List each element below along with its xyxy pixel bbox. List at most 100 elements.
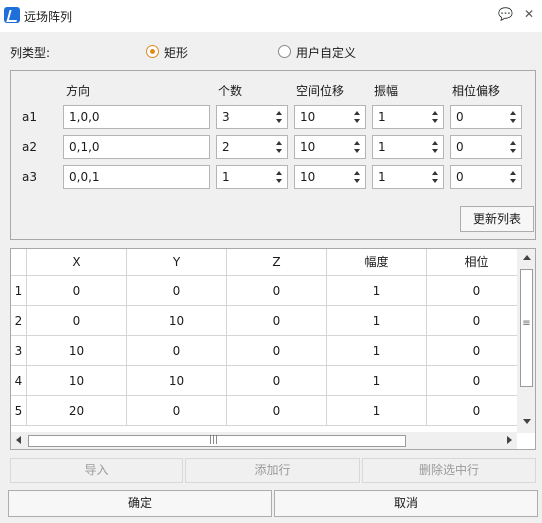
table-cell[interactable]: 0 (27, 306, 127, 336)
grip-icon: ||| (209, 435, 219, 445)
close-icon[interactable]: ✕ (522, 7, 536, 21)
spin-arrows-icon[interactable] (431, 168, 441, 186)
table-cell[interactable]: 0 (427, 396, 527, 426)
table-cell[interactable]: 0 (427, 276, 527, 306)
spin-arrows-icon[interactable] (275, 138, 285, 156)
amplitude-stepper-a3[interactable]: 1 (372, 165, 444, 189)
phase-value: 0 (456, 140, 464, 154)
direction-field-a1[interactable]: 1,0,0 (63, 105, 210, 129)
table-cell[interactable]: 0 (127, 336, 227, 366)
spin-arrows-icon[interactable] (353, 168, 363, 186)
spin-arrows-icon[interactable] (509, 168, 519, 186)
table-cell[interactable]: 10 (127, 366, 227, 396)
update-list-button[interactable]: 更新列表 (460, 206, 534, 232)
table-cell[interactable]: 0 (27, 276, 127, 306)
horizontal-scrollbar[interactable]: ||| (11, 432, 517, 449)
count-stepper-a3[interactable]: 1 (216, 165, 288, 189)
table-cell[interactable]: 0 (227, 366, 327, 396)
radio-rect-label[interactable]: 矩形 (164, 44, 188, 61)
table-cell[interactable]: 0 (427, 306, 527, 336)
phase-stepper-a2[interactable]: 0 (450, 135, 522, 159)
column-header-phase[interactable]: 相位 (427, 249, 527, 276)
header-spacing: 空间位移 (296, 84, 345, 98)
table-cell[interactable]: 10 (127, 306, 227, 336)
radio-rect[interactable] (146, 45, 159, 58)
array-type-label: 列类型: (10, 46, 51, 60)
radio-custom-label[interactable]: 用户自定义 (296, 44, 356, 61)
scroll-up-icon[interactable] (523, 255, 531, 260)
direction-field-a3[interactable]: 0,0,1 (63, 165, 210, 189)
table-cell[interactable]: 1 (327, 306, 427, 336)
spacing-value: 10 (300, 170, 316, 184)
header-count: 个数 (218, 84, 243, 98)
import-button[interactable]: 导入 (10, 458, 183, 483)
scroll-down-icon[interactable] (523, 419, 531, 424)
array-table: X Y Z 幅度 相位 1 0 0 0 1 0 2 0 10 0 1 0 3 10 0 0 1 0 4 10 10 0 1 0… (10, 248, 536, 450)
phase-stepper-a3[interactable]: 0 (450, 165, 522, 189)
row-label-a2: a2 (22, 140, 37, 154)
row-number[interactable]: 5 (11, 396, 27, 426)
row-number[interactable]: 2 (11, 306, 27, 336)
grip-icon: ≡ (522, 318, 531, 329)
row-number[interactable]: 4 (11, 366, 27, 396)
count-stepper-a2[interactable]: 2 (216, 135, 288, 159)
spacing-stepper-a3[interactable]: 10 (294, 165, 366, 189)
header-amplitude: 振幅 (374, 84, 399, 98)
amplitude-stepper-a2[interactable]: 1 (372, 135, 444, 159)
spin-arrows-icon[interactable] (509, 108, 519, 126)
table-cell[interactable]: 0 (227, 396, 327, 426)
table-cell[interactable]: 0 (427, 366, 527, 396)
vertical-scrollbar[interactable]: ≡ (517, 249, 535, 433)
spin-arrows-icon[interactable] (353, 108, 363, 126)
add-row-button[interactable]: 添加行 (185, 458, 360, 483)
phase-stepper-a1[interactable]: 0 (450, 105, 522, 129)
horizontal-scroll-thumb[interactable]: ||| (28, 435, 406, 447)
table-cell[interactable]: 0 (227, 336, 327, 366)
cancel-button[interactable]: 取消 (274, 490, 538, 517)
delete-selected-row-button[interactable]: 删除选中行 (362, 458, 536, 483)
table-cell[interactable]: 10 (27, 366, 127, 396)
column-header-y[interactable]: Y (127, 249, 227, 276)
help-icon[interactable]: 💬 (498, 7, 513, 21)
column-header-z[interactable]: Z (227, 249, 327, 276)
spacing-value: 10 (300, 140, 316, 154)
count-value: 3 (222, 110, 230, 124)
table-cell[interactable]: 0 (227, 276, 327, 306)
column-header-x[interactable]: X (27, 249, 127, 276)
row-number[interactable]: 1 (11, 276, 27, 306)
vertical-scroll-thumb[interactable]: ≡ (520, 269, 533, 387)
spin-arrows-icon[interactable] (509, 138, 519, 156)
table-cell[interactable]: 0 (127, 396, 227, 426)
spacing-stepper-a1[interactable]: 10 (294, 105, 366, 129)
scroll-left-icon[interactable] (16, 436, 21, 444)
direction-field-a2[interactable]: 0,1,0 (63, 135, 210, 159)
ok-button[interactable]: 确定 (8, 490, 272, 517)
window-title: 远场阵列 (24, 10, 73, 24)
table-cell[interactable]: 0 (227, 306, 327, 336)
row-label-a1: a1 (22, 110, 37, 124)
table-cell[interactable]: 0 (427, 336, 527, 366)
row-number[interactable]: 3 (11, 336, 27, 366)
spin-arrows-icon[interactable] (431, 138, 441, 156)
spin-arrows-icon[interactable] (275, 108, 285, 126)
table-cell[interactable]: 20 (27, 396, 127, 426)
spin-arrows-icon[interactable] (353, 138, 363, 156)
amplitude-value: 1 (378, 140, 386, 154)
amplitude-value: 1 (378, 170, 386, 184)
column-header-amplitude[interactable]: 幅度 (327, 249, 427, 276)
table-cell[interactable]: 1 (327, 336, 427, 366)
table-cell[interactable]: 1 (327, 396, 427, 426)
table-cell[interactable]: 1 (327, 276, 427, 306)
spin-arrows-icon[interactable] (275, 168, 285, 186)
header-direction: 方向 (66, 84, 91, 98)
count-value: 2 (222, 140, 230, 154)
count-stepper-a1[interactable]: 3 (216, 105, 288, 129)
spacing-stepper-a2[interactable]: 10 (294, 135, 366, 159)
amplitude-stepper-a1[interactable]: 1 (372, 105, 444, 129)
scroll-right-icon[interactable] (507, 436, 512, 444)
spin-arrows-icon[interactable] (431, 108, 441, 126)
table-cell[interactable]: 1 (327, 366, 427, 396)
radio-custom[interactable] (278, 45, 291, 58)
table-cell[interactable]: 10 (27, 336, 127, 366)
table-cell[interactable]: 0 (127, 276, 227, 306)
